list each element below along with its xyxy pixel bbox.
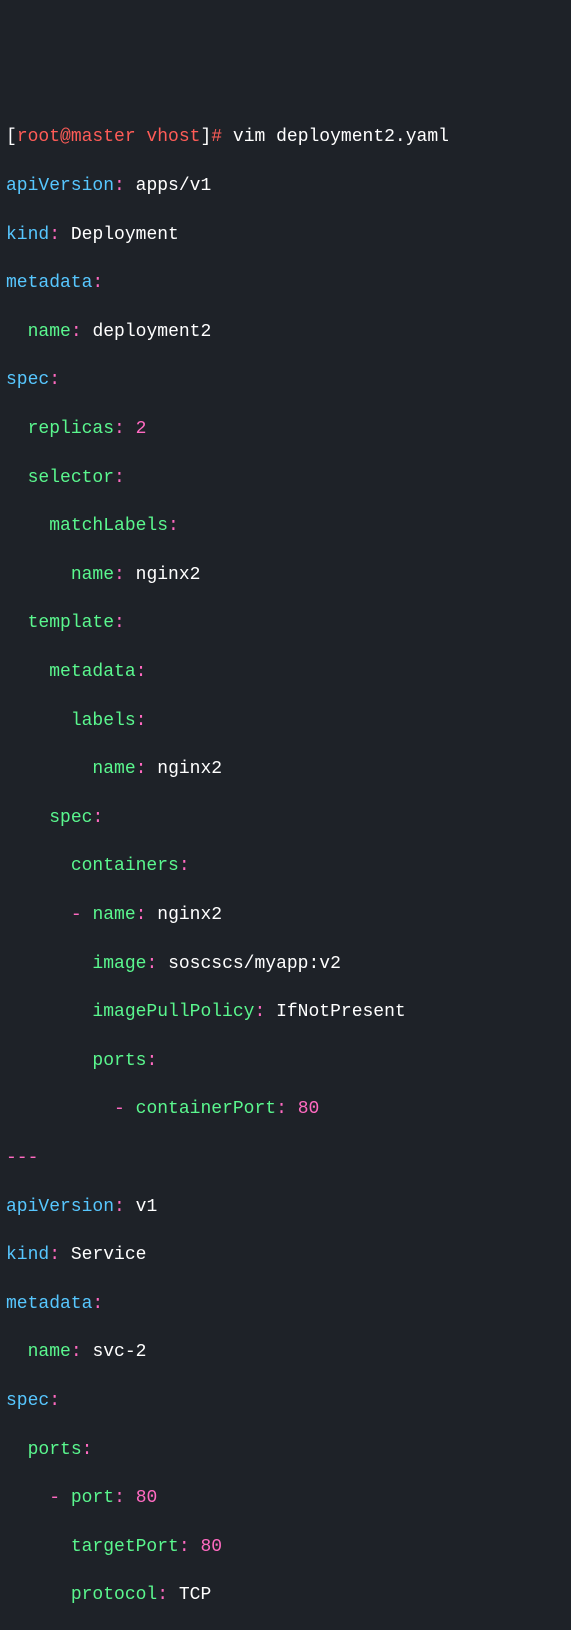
yaml-line: - port: 80 xyxy=(6,1486,565,1510)
yaml-value: 2 xyxy=(136,419,147,439)
yaml-key: replicas xyxy=(28,419,114,439)
yaml-key: selector xyxy=(28,468,114,488)
yaml-line: name: svc-2 xyxy=(6,1340,565,1364)
yaml-line: name: nginx2 xyxy=(6,563,565,587)
yaml-key: matchLabels xyxy=(49,516,168,536)
yaml-line: apiVersion: apps/v1 xyxy=(6,174,565,198)
yaml-value: nginx2 xyxy=(157,905,222,925)
yaml-key: ports xyxy=(28,1440,82,1460)
yaml-key: spec xyxy=(49,808,92,828)
yaml-dash: - xyxy=(49,1488,60,1508)
yaml-key: apiVersion xyxy=(6,176,114,196)
yaml-key: name xyxy=(71,565,114,585)
yaml-key: port xyxy=(71,1488,114,1508)
yaml-key: template xyxy=(28,613,114,633)
yaml-key: metadata xyxy=(6,273,92,293)
yaml-value: apps/v1 xyxy=(136,176,212,196)
yaml-value: nginx2 xyxy=(136,565,201,585)
yaml-line: ports: xyxy=(6,1049,565,1073)
yaml-key: targetPort xyxy=(71,1537,179,1557)
yaml-line: image: soscscs/myapp:v2 xyxy=(6,952,565,976)
yaml-line: metadata: xyxy=(6,1292,565,1316)
yaml-line: - containerPort: 80 xyxy=(6,1097,565,1121)
yaml-line: replicas: 2 xyxy=(6,417,565,441)
yaml-key: image xyxy=(92,954,146,974)
yaml-key: metadata xyxy=(6,1294,92,1314)
yaml-sep: --- xyxy=(6,1148,38,1168)
yaml-value: Deployment xyxy=(71,225,179,245)
yaml-value: svc-2 xyxy=(92,1342,146,1362)
yaml-dash: - xyxy=(114,1099,125,1119)
yaml-key: name xyxy=(92,759,135,779)
prompt-rbracket: ] xyxy=(200,127,211,147)
yaml-key: ports xyxy=(92,1051,146,1071)
yaml-line: protocol: TCP xyxy=(6,1583,565,1607)
yaml-key: containers xyxy=(71,856,179,876)
yaml-key: spec xyxy=(6,370,49,390)
yaml-line: labels: xyxy=(6,709,565,733)
yaml-key: labels xyxy=(71,711,136,731)
prompt-userhost: root@master vhost xyxy=(17,127,201,147)
yaml-value: Service xyxy=(71,1245,147,1265)
command-text: vim deployment2.yaml xyxy=(233,127,449,147)
yaml-line: spec: xyxy=(6,368,565,392)
yaml-line: template: xyxy=(6,611,565,635)
yaml-key: imagePullPolicy xyxy=(92,1002,254,1022)
yaml-value: nginx2 xyxy=(157,759,222,779)
yaml-line: matchLabels: xyxy=(6,514,565,538)
prompt-line: [root@master vhost]# vim deployment2.yam… xyxy=(6,125,565,149)
yaml-value: 80 xyxy=(200,1537,222,1557)
yaml-line: spec: xyxy=(6,806,565,830)
yaml-line: ports: xyxy=(6,1438,565,1462)
yaml-line: name: deployment2 xyxy=(6,320,565,344)
yaml-line: apiVersion: v1 xyxy=(6,1195,565,1219)
yaml-separator: --- xyxy=(6,1146,565,1170)
yaml-line: imagePullPolicy: IfNotPresent xyxy=(6,1000,565,1024)
terminal[interactable]: [root@master vhost]# vim deployment2.yam… xyxy=(6,101,565,1630)
yaml-key: apiVersion xyxy=(6,1197,114,1217)
yaml-key: kind xyxy=(6,1245,49,1265)
prompt-lbracket: [ xyxy=(6,127,17,147)
yaml-line: spec: xyxy=(6,1389,565,1413)
yaml-key: protocol xyxy=(71,1585,157,1605)
yaml-value: 80 xyxy=(298,1099,320,1119)
yaml-value: v1 xyxy=(136,1197,158,1217)
yaml-key: name xyxy=(28,1342,71,1362)
yaml-key: kind xyxy=(6,225,49,245)
yaml-value: 80 xyxy=(136,1488,158,1508)
yaml-line: selector: xyxy=(6,466,565,490)
yaml-line: metadata: xyxy=(6,660,565,684)
yaml-value: deployment2 xyxy=(92,322,211,342)
yaml-value: IfNotPresent xyxy=(276,1002,406,1022)
yaml-key: spec xyxy=(6,1391,49,1411)
yaml-line: - name: nginx2 xyxy=(6,903,565,927)
yaml-value: soscscs/myapp:v2 xyxy=(168,954,341,974)
yaml-key: name xyxy=(28,322,71,342)
yaml-value: TCP xyxy=(179,1585,211,1605)
prompt-hash: # xyxy=(211,127,222,147)
yaml-line: name: nginx2 xyxy=(6,757,565,781)
yaml-dash: - xyxy=(71,905,82,925)
yaml-line: kind: Service xyxy=(6,1243,565,1267)
yaml-key: containerPort xyxy=(136,1099,276,1119)
yaml-line: targetPort: 80 xyxy=(6,1535,565,1559)
yaml-key: name xyxy=(92,905,135,925)
yaml-line: containers: xyxy=(6,854,565,878)
yaml-line: kind: Deployment xyxy=(6,223,565,247)
yaml-line: metadata: xyxy=(6,271,565,295)
yaml-key: metadata xyxy=(49,662,135,682)
